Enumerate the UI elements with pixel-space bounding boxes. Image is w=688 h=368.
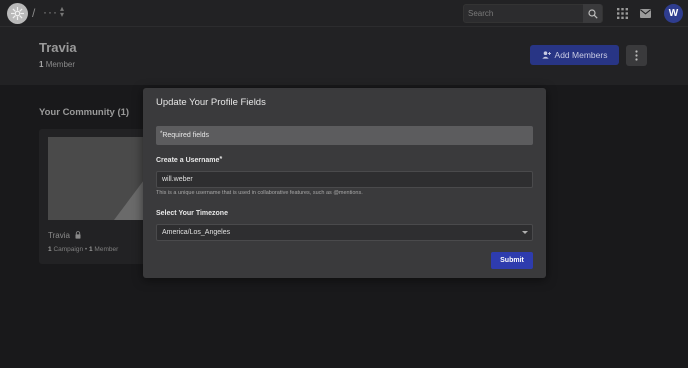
- meta-separator: •: [84, 246, 88, 253]
- submit-button[interactable]: Submit: [491, 252, 533, 269]
- breadcrumb-more[interactable]: ···: [43, 5, 58, 19]
- member-count-label: Member: [45, 60, 76, 69]
- community-heading: Your Community (1): [39, 107, 130, 118]
- community-card-name: Travia: [48, 231, 70, 240]
- search-button[interactable]: [583, 4, 602, 23]
- avatar[interactable]: W: [664, 4, 683, 23]
- more-options-button[interactable]: [626, 45, 647, 66]
- username-field[interactable]: will.weber: [156, 171, 533, 188]
- member-count-value: 1: [39, 60, 44, 69]
- timezone-selected-value: America/Los_Angeles: [162, 229, 231, 236]
- updown-chevron-icon[interactable]: ▴ ▾: [60, 5, 64, 19]
- search-icon: [587, 8, 598, 19]
- apps-grid-icon[interactable]: [617, 8, 628, 19]
- dropdown-arrow-icon: [522, 231, 528, 234]
- username-required-star: *: [219, 156, 223, 163]
- profile-fields-modal: Update Your Profile Fields *Required fie…: [143, 88, 546, 278]
- timezone-select[interactable]: America/Los_Angeles: [156, 224, 533, 241]
- required-fields-text: Required fields: [162, 132, 210, 139]
- mail-icon[interactable]: [640, 9, 651, 18]
- community-thumbnail: [48, 137, 144, 220]
- page-title: Travia: [39, 40, 77, 55]
- add-user-icon: [541, 51, 551, 59]
- top-bar: / ··· ▴▾ W: [0, 0, 688, 27]
- community-card-meta: 1 Campaign • 1 Member: [48, 246, 118, 253]
- add-members-button[interactable]: Add Members: [530, 45, 619, 65]
- modal-title: Update Your Profile Fields: [156, 97, 266, 108]
- community-header: Travia 1 Member Add Members: [0, 27, 688, 85]
- more-vertical-icon: [635, 50, 638, 61]
- campaign-label: Campaign: [53, 246, 84, 253]
- member-count: 1 Member: [39, 60, 75, 69]
- campaign-count: 1: [48, 246, 52, 253]
- username-label-text: Create a Username: [156, 157, 220, 164]
- logo-icon[interactable]: [7, 3, 28, 24]
- card-member-label: Member: [94, 246, 119, 253]
- card-member-count: 1: [88, 246, 93, 253]
- timezone-label: Select Your Timezone: [156, 210, 228, 217]
- lock-icon: [75, 231, 81, 239]
- breadcrumb-separator: /: [32, 6, 36, 20]
- username-help-text: This is a unique username that is used i…: [156, 190, 363, 196]
- community-card[interactable]: Travia 1 Campaign • 1 Member: [39, 129, 151, 264]
- search-input[interactable]: [468, 6, 580, 21]
- required-fields-note: *Required fields: [156, 126, 533, 145]
- search-box: [463, 4, 603, 23]
- add-members-label: Add Members: [554, 50, 608, 60]
- username-label: Create a Username*: [156, 156, 222, 164]
